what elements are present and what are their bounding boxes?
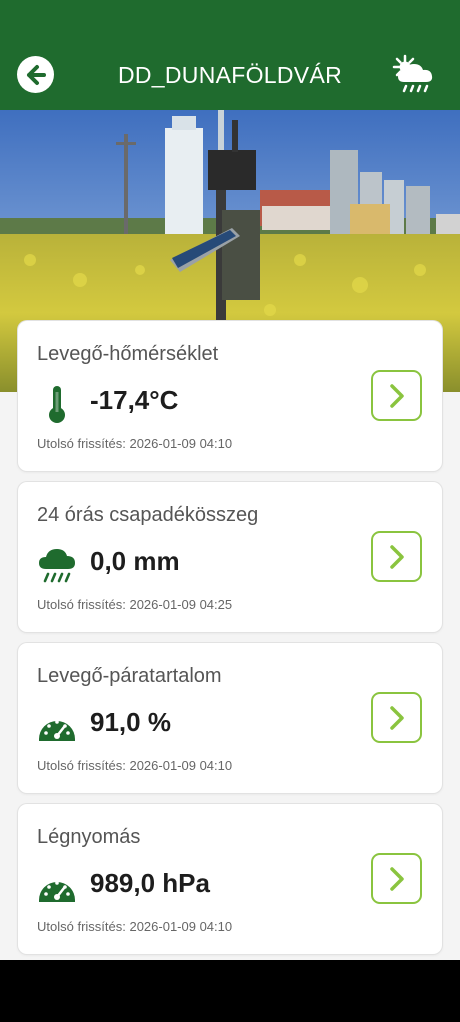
app-header: DD_DUNAFÖLDVÁR — [0, 0, 460, 110]
system-navigation-bar — [0, 960, 460, 1022]
chevron-right-icon — [389, 705, 404, 730]
card-last-updated: Utolsó frissítés: 2026-01-09 04:25 — [37, 597, 233, 612]
gauge-icon — [36, 866, 78, 908]
sensor-card-humidity: Levegő-páratartalom 91,0 % Utolsó frissí… — [18, 643, 442, 793]
card-value: 989,0 hPa — [90, 868, 210, 898]
arrow-left-icon — [26, 64, 46, 85]
card-title: Levegő-páratartalom — [37, 665, 222, 687]
back-button[interactable] — [17, 56, 54, 93]
sensor-card-pressure: Légnyomás 989,0 hPa Utolsó frissítés: 20… — [18, 804, 442, 954]
chevron-right-icon — [389, 544, 404, 569]
rain-cloud-icon — [36, 544, 78, 586]
sun-cloud-rain-icon — [392, 54, 433, 93]
chevron-right-icon — [389, 383, 404, 408]
card-value: -17,4°C — [90, 385, 179, 415]
open-details-button[interactable] — [371, 370, 422, 421]
card-last-updated: Utolsó frissítés: 2026-01-09 04:10 — [37, 436, 233, 451]
card-last-updated: Utolsó frissítés: 2026-01-09 04:10 — [37, 919, 233, 934]
open-details-button[interactable] — [371, 531, 422, 582]
card-last-updated: Utolsó frissítés: 2026-01-09 04:10 — [37, 758, 233, 773]
open-details-button[interactable] — [371, 853, 422, 904]
card-value: 0,0 mm — [90, 546, 180, 576]
chevron-right-icon — [389, 866, 404, 891]
gauge-icon — [36, 705, 78, 747]
card-title: Légnyomás — [37, 826, 141, 848]
card-title: Levegő-hőmérséklet — [37, 343, 219, 365]
thermometer-icon — [36, 383, 78, 425]
card-value: 91,0 % — [90, 707, 171, 737]
card-title: 24 órás csapadékösszeg — [37, 504, 259, 526]
open-details-button[interactable] — [371, 692, 422, 743]
sensor-card-precipitation: 24 órás csapadékösszeg 0,0 mm Utolsó fri… — [18, 482, 442, 632]
sensor-card-temperature: Levegő-hőmérséklet -17,4°C Utolsó frissí… — [18, 321, 442, 471]
page-title: DD_DUNAFÖLDVÁR — [117, 62, 342, 88]
weather-forecast-button[interactable] — [390, 52, 438, 96]
